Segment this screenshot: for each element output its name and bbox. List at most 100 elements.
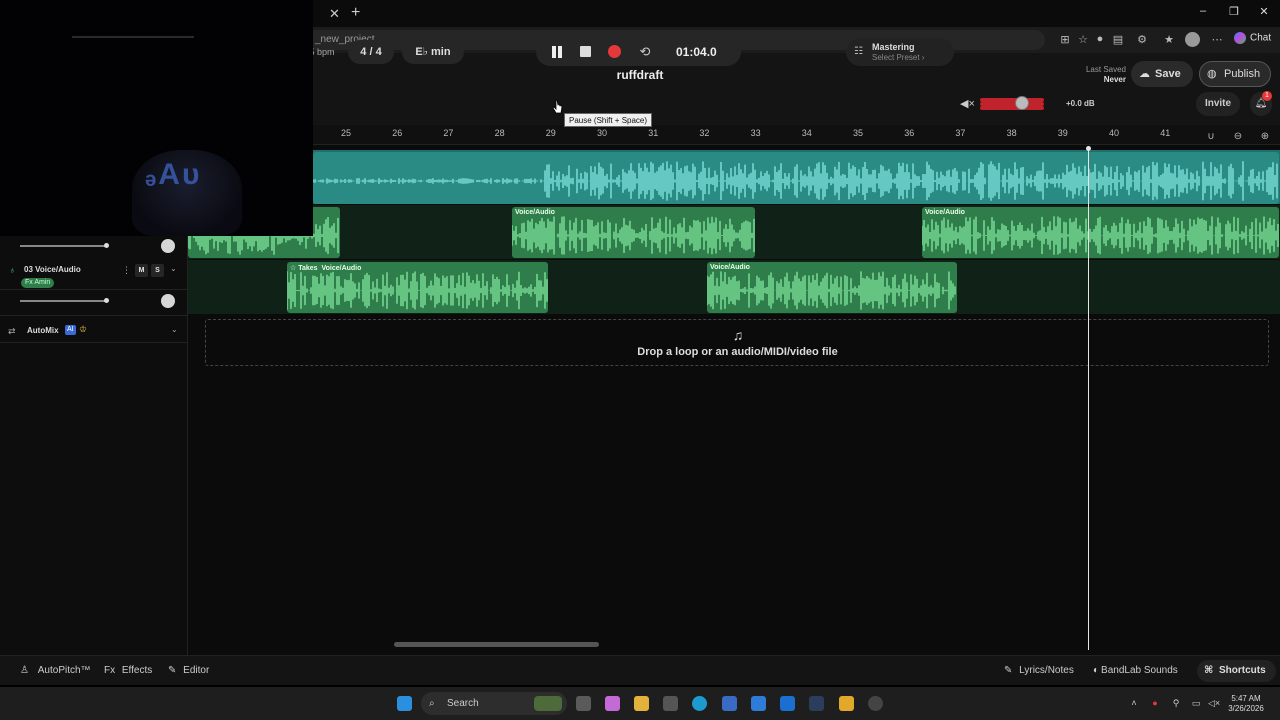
record-button[interactable] bbox=[608, 45, 622, 59]
audio-region[interactable]: Voice/Audio bbox=[512, 207, 755, 258]
last-saved-label: Last Saved bbox=[1085, 65, 1126, 74]
track-volume-slider[interactable] bbox=[20, 245, 108, 247]
time-signature-button[interactable]: 4 / 4 bbox=[348, 40, 394, 64]
tray-mic-icon[interactable]: ⚲ bbox=[1170, 698, 1182, 710]
tray-volume-muted-icon[interactable]: ◁× bbox=[1208, 698, 1220, 710]
ruler-bar-number: 30 bbox=[597, 128, 608, 138]
mute-button[interactable]: M bbox=[135, 264, 148, 277]
timeline-ruler[interactable]: 25 26 27 28 29 30 31 32 33 34 35 36 37 38 39 40 41 bbox=[300, 125, 1280, 145]
pan-knob[interactable] bbox=[161, 239, 175, 253]
pause-button[interactable] bbox=[550, 45, 564, 59]
takes-text: Takes bbox=[298, 265, 318, 272]
window-close-button[interactable]: ✕ bbox=[1257, 5, 1271, 19]
ruler-bar-number: 33 bbox=[750, 128, 761, 138]
steam-icon[interactable] bbox=[809, 696, 824, 711]
track-volume-slider[interactable] bbox=[20, 300, 108, 302]
master-mute-icon[interactable]: ◀× bbox=[960, 97, 975, 110]
track-volume-knob[interactable] bbox=[104, 243, 109, 248]
effects-label: Effects bbox=[121, 665, 153, 676]
tray-app-icon[interactable]: ● bbox=[1149, 698, 1161, 710]
new-tab-icon[interactable]: + bbox=[351, 4, 367, 22]
autopitch-button[interactable]: ♙ AutoPitch™ bbox=[20, 663, 91, 679]
loop-icon[interactable]: ⟲ bbox=[638, 45, 652, 59]
copilot-app-icon[interactable] bbox=[605, 696, 620, 711]
mastering-button[interactable]: ☷ Mastering Select Preset › bbox=[846, 38, 954, 66]
reader-icon[interactable]: ▤ bbox=[1111, 33, 1125, 47]
audio-region[interactable]: ☆ Takes Voice/Audio bbox=[287, 262, 548, 313]
waveform bbox=[313, 161, 1278, 201]
audio-region[interactable]: Voice/Audio bbox=[922, 207, 1279, 258]
audio-region[interactable]: Voice/Audio bbox=[707, 262, 957, 313]
chevron-down-icon[interactable]: ⌄ bbox=[170, 264, 177, 273]
publish-button[interactable]: ◍ Publish bbox=[1199, 61, 1271, 87]
windows-start-icon[interactable] bbox=[397, 696, 412, 711]
zoom-in-icon[interactable]: ⊕ bbox=[1258, 131, 1272, 145]
app-icon[interactable] bbox=[663, 696, 678, 711]
webcam-line bbox=[72, 36, 194, 38]
effects-button[interactable]: Fx Effects bbox=[104, 663, 152, 679]
editor-button[interactable]: ✎ Editor bbox=[168, 663, 209, 679]
time-display: 01:04.0 bbox=[676, 45, 717, 59]
fx-badge[interactable]: Fx Amin bbox=[21, 278, 55, 288]
tab-close-icon[interactable]: ✕ bbox=[329, 6, 341, 21]
profile-avatar[interactable] bbox=[1185, 32, 1200, 47]
region-label: Voice/Audio bbox=[321, 265, 362, 272]
track-name[interactable]: 03 Voice/Audio bbox=[24, 265, 81, 274]
magnet-snap-icon[interactable]: ∪ bbox=[1204, 131, 1218, 145]
extensions-icon[interactable]: ⚙ bbox=[1135, 33, 1149, 47]
solo-button[interactable]: S bbox=[151, 264, 164, 277]
pan-knob[interactable] bbox=[161, 294, 175, 308]
taskbar-clock[interactable]: 5:47 AM 3/26/2026 bbox=[1226, 694, 1266, 714]
invite-button[interactable]: Invite bbox=[1196, 92, 1240, 116]
rockstar-icon[interactable] bbox=[839, 696, 854, 711]
mastering-sliders-icon: ☷ bbox=[854, 46, 863, 57]
app-install-icon[interactable]: ⊞ bbox=[1058, 33, 1072, 47]
notes-app-icon[interactable] bbox=[751, 696, 766, 711]
store-icon[interactable] bbox=[722, 696, 737, 711]
horizontal-scrollbar[interactable] bbox=[394, 642, 599, 647]
crown-icon: ♔ bbox=[79, 324, 88, 334]
track-volume-knob[interactable] bbox=[104, 298, 109, 303]
favorites-icon[interactable]: ★ bbox=[1162, 33, 1176, 47]
sounds-icon: ◐ bbox=[1093, 665, 1100, 676]
chevron-down-icon[interactable]: ⌄ bbox=[171, 325, 178, 334]
tray-chevron-icon[interactable]: ˄ bbox=[1128, 698, 1140, 710]
ruler-bar-number: 34 bbox=[801, 128, 812, 138]
shortcuts-button[interactable]: ⌘ Shortcuts bbox=[1197, 660, 1276, 682]
microphone-icon[interactable]: ● bbox=[1093, 33, 1107, 47]
editor-label: Editor bbox=[183, 665, 210, 676]
ruler-bar-number: 39 bbox=[1057, 128, 1068, 138]
playhead[interactable] bbox=[1088, 149, 1089, 650]
globe-icon: ◍ bbox=[1207, 68, 1217, 80]
ai-badge: AI bbox=[65, 325, 76, 335]
app-icon-with-badge[interactable] bbox=[868, 696, 883, 711]
region-label: Voice/Audio bbox=[710, 264, 750, 271]
search-label: Search bbox=[447, 698, 479, 709]
file-explorer-icon[interactable] bbox=[634, 696, 649, 711]
stop-button[interactable] bbox=[579, 45, 593, 59]
task-view-icon[interactable] bbox=[576, 696, 591, 711]
save-button[interactable]: ☁ Save bbox=[1131, 61, 1193, 87]
key-button[interactable]: E♭ min bbox=[402, 40, 464, 64]
favorite-star-icon[interactable]: ☆ bbox=[1076, 33, 1090, 47]
automix-row[interactable]: ⇄ AutoMix AI ♔ ⌄ bbox=[0, 321, 188, 343]
automix-label: AutoMix bbox=[27, 326, 59, 335]
ruler-bar-number: 25 bbox=[341, 128, 352, 138]
bandlab-sounds-button[interactable]: ◐ BandLab Sounds bbox=[1093, 663, 1178, 679]
mouse-cursor-icon bbox=[553, 99, 563, 114]
window-minimize-button[interactable]: – bbox=[1196, 5, 1210, 19]
tray-display-icon[interactable]: ▭ bbox=[1190, 698, 1202, 710]
taskbar-search[interactable]: ⌕ Search bbox=[421, 692, 567, 715]
audio-region[interactable] bbox=[313, 152, 1279, 204]
lyrics-notes-button[interactable]: ✎ Lyrics/Notes bbox=[1004, 663, 1074, 679]
copilot-chat-button[interactable]: Chat bbox=[1234, 32, 1271, 48]
track-menu-icon[interactable]: ⋮ bbox=[122, 265, 131, 276]
ruler-bar-number: 27 bbox=[443, 128, 454, 138]
zoom-out-icon[interactable]: ⊖ bbox=[1231, 131, 1245, 145]
playhead-handle[interactable] bbox=[1086, 146, 1091, 151]
outlook-icon[interactable] bbox=[780, 696, 795, 711]
last-saved-status: Last Saved Never bbox=[1070, 65, 1126, 85]
more-menu-icon[interactable]: ⋯ bbox=[1210, 33, 1224, 47]
window-maximize-button[interactable]: ❐ bbox=[1227, 5, 1241, 19]
edge-icon[interactable] bbox=[692, 696, 707, 711]
